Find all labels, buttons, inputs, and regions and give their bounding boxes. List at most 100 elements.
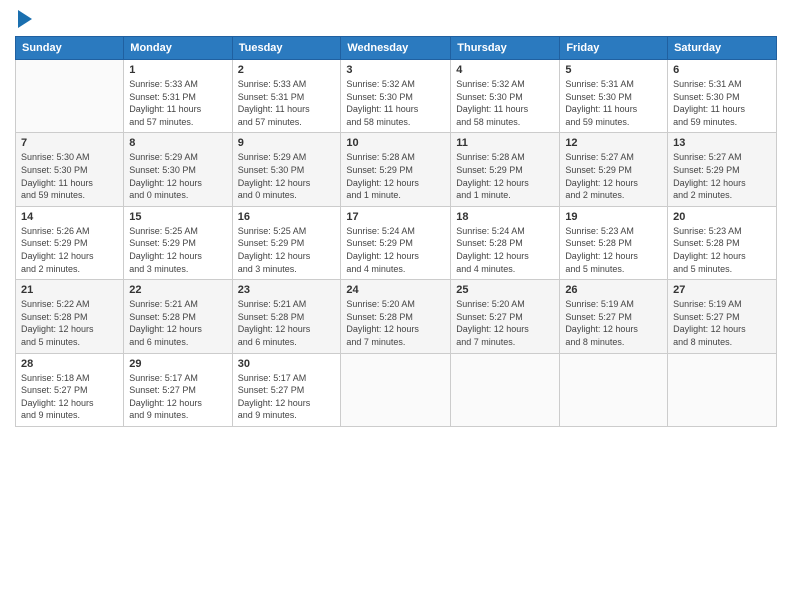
- day-info: Sunrise: 5:33 AM Sunset: 5:31 PM Dayligh…: [238, 78, 336, 128]
- day-info: Sunrise: 5:18 AM Sunset: 5:27 PM Dayligh…: [21, 372, 118, 422]
- day-info: Sunrise: 5:24 AM Sunset: 5:29 PM Dayligh…: [346, 225, 445, 275]
- day-info: Sunrise: 5:25 AM Sunset: 5:29 PM Dayligh…: [238, 225, 336, 275]
- calendar-cell: [560, 353, 668, 426]
- day-number: 9: [238, 137, 336, 149]
- calendar-cell: [668, 353, 777, 426]
- day-number: 25: [456, 284, 554, 296]
- weekday-header-tuesday: Tuesday: [232, 37, 341, 60]
- day-info: Sunrise: 5:29 AM Sunset: 5:30 PM Dayligh…: [129, 151, 226, 201]
- day-number: 2: [238, 64, 336, 76]
- calendar: SundayMondayTuesdayWednesdayThursdayFrid…: [15, 36, 777, 427]
- day-info: Sunrise: 5:24 AM Sunset: 5:28 PM Dayligh…: [456, 225, 554, 275]
- calendar-week-5: 28 Sunrise: 5:18 AM Sunset: 5:27 PM Dayli…: [16, 353, 777, 426]
- day-number: 27: [673, 284, 771, 296]
- calendar-cell: 18 Sunrise: 5:24 AM Sunset: 5:28 PM Dayli…: [451, 206, 560, 279]
- calendar-cell: 6 Sunrise: 5:31 AM Sunset: 5:30 PM Daylig…: [668, 60, 777, 133]
- header: [15, 10, 777, 28]
- day-info: Sunrise: 5:27 AM Sunset: 5:29 PM Dayligh…: [565, 151, 662, 201]
- day-info: Sunrise: 5:20 AM Sunset: 5:27 PM Dayligh…: [456, 298, 554, 348]
- weekday-header-saturday: Saturday: [668, 37, 777, 60]
- day-number: 20: [673, 211, 771, 223]
- day-info: Sunrise: 5:27 AM Sunset: 5:29 PM Dayligh…: [673, 151, 771, 201]
- logo: [15, 14, 32, 28]
- day-number: 6: [673, 64, 771, 76]
- day-number: 21: [21, 284, 118, 296]
- calendar-week-2: 7 Sunrise: 5:30 AM Sunset: 5:30 PM Daylig…: [16, 133, 777, 206]
- calendar-cell: 9 Sunrise: 5:29 AM Sunset: 5:30 PM Daylig…: [232, 133, 341, 206]
- calendar-cell: 21 Sunrise: 5:22 AM Sunset: 5:28 PM Dayli…: [16, 280, 124, 353]
- day-info: Sunrise: 5:22 AM Sunset: 5:28 PM Dayligh…: [21, 298, 118, 348]
- day-info: Sunrise: 5:32 AM Sunset: 5:30 PM Dayligh…: [346, 78, 445, 128]
- calendar-week-4: 21 Sunrise: 5:22 AM Sunset: 5:28 PM Dayli…: [16, 280, 777, 353]
- day-number: 19: [565, 211, 662, 223]
- day-number: 1: [129, 64, 226, 76]
- calendar-cell: [16, 60, 124, 133]
- calendar-cell: 8 Sunrise: 5:29 AM Sunset: 5:30 PM Daylig…: [124, 133, 232, 206]
- day-number: 10: [346, 137, 445, 149]
- day-info: Sunrise: 5:19 AM Sunset: 5:27 PM Dayligh…: [565, 298, 662, 348]
- calendar-cell: 14Sunrise: 5:26 AM Sunset: 5:29 PM Dayli…: [16, 206, 124, 279]
- day-info: Sunrise: 5:30 AM Sunset: 5:30 PM Dayligh…: [21, 151, 118, 201]
- day-info: Sunrise: 5:21 AM Sunset: 5:28 PM Dayligh…: [129, 298, 226, 348]
- calendar-cell: 1 Sunrise: 5:33 AM Sunset: 5:31 PM Daylig…: [124, 60, 232, 133]
- day-number: 7: [21, 137, 118, 149]
- day-number: 29: [129, 358, 226, 370]
- day-info: Sunrise: 5:19 AM Sunset: 5:27 PM Dayligh…: [673, 298, 771, 348]
- calendar-cell: 11Sunrise: 5:28 AM Sunset: 5:29 PM Dayli…: [451, 133, 560, 206]
- logo-arrow-icon: [18, 10, 32, 28]
- calendar-cell: 22 Sunrise: 5:21 AM Sunset: 5:28 PM Dayli…: [124, 280, 232, 353]
- calendar-week-1: 1 Sunrise: 5:33 AM Sunset: 5:31 PM Daylig…: [16, 60, 777, 133]
- calendar-header-row: SundayMondayTuesdayWednesdayThursdayFrid…: [16, 37, 777, 60]
- day-info: Sunrise: 5:17 AM Sunset: 5:27 PM Dayligh…: [129, 372, 226, 422]
- calendar-cell: 25 Sunrise: 5:20 AM Sunset: 5:27 PM Dayli…: [451, 280, 560, 353]
- calendar-cell: 3Sunrise: 5:32 AM Sunset: 5:30 PM Daylig…: [341, 60, 451, 133]
- calendar-cell: 26 Sunrise: 5:19 AM Sunset: 5:27 PM Dayli…: [560, 280, 668, 353]
- calendar-cell: 20 Sunrise: 5:23 AM Sunset: 5:28 PM Dayli…: [668, 206, 777, 279]
- calendar-cell: [451, 353, 560, 426]
- page: SundayMondayTuesdayWednesdayThursdayFrid…: [0, 0, 792, 612]
- day-info: Sunrise: 5:25 AM Sunset: 5:29 PM Dayligh…: [129, 225, 226, 275]
- day-info: Sunrise: 5:28 AM Sunset: 5:29 PM Dayligh…: [346, 151, 445, 201]
- calendar-cell: 17 Sunrise: 5:24 AM Sunset: 5:29 PM Dayli…: [341, 206, 451, 279]
- day-number: 11: [456, 137, 554, 149]
- day-info: Sunrise: 5:33 AM Sunset: 5:31 PM Dayligh…: [129, 78, 226, 128]
- calendar-cell: 28 Sunrise: 5:18 AM Sunset: 5:27 PM Dayli…: [16, 353, 124, 426]
- calendar-cell: 30Sunrise: 5:17 AM Sunset: 5:27 PM Dayli…: [232, 353, 341, 426]
- calendar-cell: 15Sunrise: 5:25 AM Sunset: 5:29 PM Dayli…: [124, 206, 232, 279]
- day-number: 30: [238, 358, 336, 370]
- calendar-cell: 13Sunrise: 5:27 AM Sunset: 5:29 PM Dayli…: [668, 133, 777, 206]
- weekday-header-sunday: Sunday: [16, 37, 124, 60]
- day-info: Sunrise: 5:31 AM Sunset: 5:30 PM Dayligh…: [565, 78, 662, 128]
- day-number: 22: [129, 284, 226, 296]
- day-number: 12: [565, 137, 662, 149]
- day-number: 8: [129, 137, 226, 149]
- day-number: 23: [238, 284, 336, 296]
- day-number: 17: [346, 211, 445, 223]
- day-number: 16: [238, 211, 336, 223]
- calendar-cell: 5 Sunrise: 5:31 AM Sunset: 5:30 PM Daylig…: [560, 60, 668, 133]
- calendar-cell: 10 Sunrise: 5:28 AM Sunset: 5:29 PM Dayli…: [341, 133, 451, 206]
- day-number: 4: [456, 64, 554, 76]
- day-number: 28: [21, 358, 118, 370]
- day-number: 18: [456, 211, 554, 223]
- calendar-cell: 16 Sunrise: 5:25 AM Sunset: 5:29 PM Dayli…: [232, 206, 341, 279]
- day-info: Sunrise: 5:31 AM Sunset: 5:30 PM Dayligh…: [673, 78, 771, 128]
- day-info: Sunrise: 5:23 AM Sunset: 5:28 PM Dayligh…: [565, 225, 662, 275]
- day-info: Sunrise: 5:21 AM Sunset: 5:28 PM Dayligh…: [238, 298, 336, 348]
- calendar-cell: 29 Sunrise: 5:17 AM Sunset: 5:27 PM Dayli…: [124, 353, 232, 426]
- weekday-header-friday: Friday: [560, 37, 668, 60]
- calendar-cell: 19 Sunrise: 5:23 AM Sunset: 5:28 PM Dayli…: [560, 206, 668, 279]
- calendar-week-3: 14Sunrise: 5:26 AM Sunset: 5:29 PM Dayli…: [16, 206, 777, 279]
- calendar-cell: 12 Sunrise: 5:27 AM Sunset: 5:29 PM Dayli…: [560, 133, 668, 206]
- day-info: Sunrise: 5:29 AM Sunset: 5:30 PM Dayligh…: [238, 151, 336, 201]
- day-info: Sunrise: 5:23 AM Sunset: 5:28 PM Dayligh…: [673, 225, 771, 275]
- calendar-cell: [341, 353, 451, 426]
- weekday-header-thursday: Thursday: [451, 37, 560, 60]
- day-number: 5: [565, 64, 662, 76]
- calendar-cell: 23 Sunrise: 5:21 AM Sunset: 5:28 PM Dayli…: [232, 280, 341, 353]
- calendar-cell: 2 Sunrise: 5:33 AM Sunset: 5:31 PM Daylig…: [232, 60, 341, 133]
- day-number: 26: [565, 284, 662, 296]
- weekday-header-wednesday: Wednesday: [341, 37, 451, 60]
- calendar-cell: 27 Sunrise: 5:19 AM Sunset: 5:27 PM Dayli…: [668, 280, 777, 353]
- day-info: Sunrise: 5:20 AM Sunset: 5:28 PM Dayligh…: [346, 298, 445, 348]
